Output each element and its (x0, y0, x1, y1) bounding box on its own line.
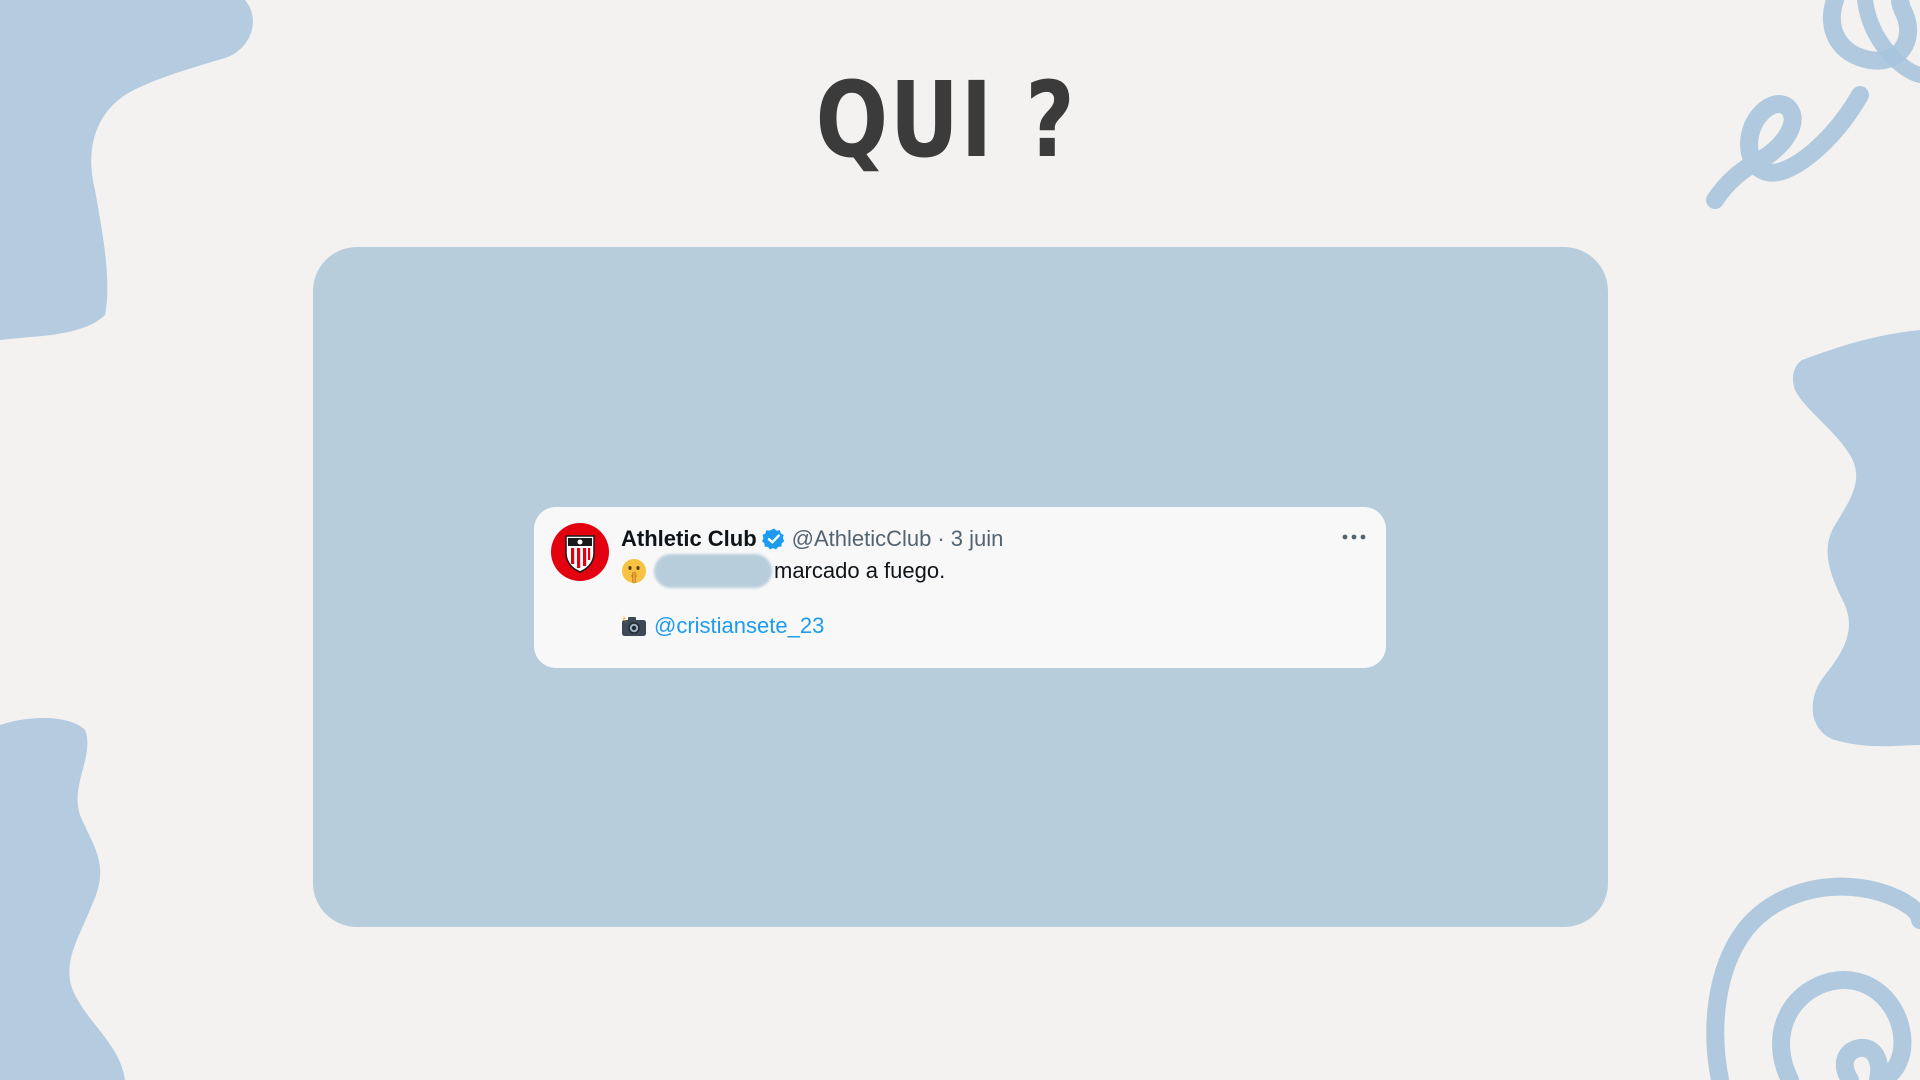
tweet-header: Athletic Club @AthleticClub · 3 juin (621, 524, 1003, 554)
photo-credit-mention[interactable]: @cristiansete_23 (654, 613, 824, 639)
decor-wave-right (1792, 330, 1920, 747)
author-handle[interactable]: @AthleticClub (792, 526, 932, 552)
more-options-icon[interactable] (1340, 525, 1368, 549)
redacted-name (654, 554, 772, 588)
tweet-card: Athletic Club @AthleticClub · 3 juin mar… (534, 507, 1386, 668)
decor-spiral-bottom-right (1706, 877, 1920, 1080)
decor-squiggle-top-right (1706, 0, 1920, 209)
verified-badge-icon (761, 528, 784, 550)
tweet-text: marcado a fuego. (774, 558, 946, 583)
photo-credit-line: @cristiansete_23 (620, 609, 824, 643)
camera-flash-emoji-icon (622, 615, 646, 636)
slide-title: QUI ? (815, 59, 1077, 181)
author-name[interactable]: Athletic Club (621, 526, 757, 552)
athletic-club-crest-icon[interactable] (551, 523, 609, 581)
tweet-date[interactable]: 3 juin (951, 526, 1004, 552)
header-separator: · (937, 526, 945, 551)
shushing-face-emoji-icon (622, 559, 646, 584)
tweet-text-line: marcado a fuego. (620, 551, 945, 591)
decor-wave-bottom-left (0, 718, 125, 1080)
